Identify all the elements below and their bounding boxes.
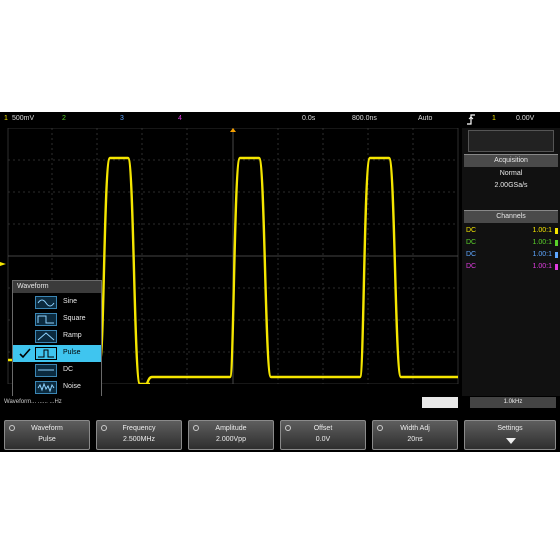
channel-coupling: DC xyxy=(466,263,477,270)
probe-ratio: 1.00:1 xyxy=(532,263,552,270)
sine-icon xyxy=(35,296,57,309)
softkey-offset[interactable]: Offset 0.0V xyxy=(280,420,366,450)
channel-color-swatch xyxy=(555,228,558,234)
probe-ratio: 1.00:1 xyxy=(532,227,552,234)
bottom-status-line: Waveform... ...... ...Hz 1.0kHz xyxy=(0,396,560,410)
acquisition-title: Acquisition xyxy=(464,154,558,167)
softkey-label: Waveform xyxy=(31,425,63,432)
channel-2-row[interactable]: DC 1.00:1 xyxy=(466,238,558,248)
softkey-value: 2.500MHz xyxy=(123,436,155,443)
softkey-label: Width Adj xyxy=(400,425,430,432)
channel-coupling: DC xyxy=(466,251,477,258)
waveform-option-label: Ramp xyxy=(63,332,82,339)
waveform-option-label: DC xyxy=(63,366,74,373)
channel-4-scale[interactable]: 4 xyxy=(178,115,182,122)
softkey-label: Frequency xyxy=(122,425,156,432)
softkey-bar: Waveform Pulse Frequency 2.500MHz Amplit… xyxy=(0,418,560,452)
pulse-icon xyxy=(35,347,57,360)
waveform-menu: Waveform Sine Square Ramp Pulse DC Noise xyxy=(12,280,102,402)
channel-2-scale[interactable]: 2 xyxy=(62,115,66,122)
run-status-box xyxy=(468,130,554,152)
channel-coupling: DC xyxy=(466,239,477,246)
channel-3-scale[interactable]: 3 xyxy=(120,115,124,122)
trigger-edge-icon xyxy=(467,114,475,125)
square-wave-icon xyxy=(35,313,57,326)
channel-1-row[interactable]: DC 1.00:1 xyxy=(466,226,558,236)
channel-1-scale[interactable]: 500mV xyxy=(12,115,34,122)
waveform-option-noise[interactable]: Noise xyxy=(13,379,101,396)
dc-icon xyxy=(35,364,57,377)
status-indicator xyxy=(422,397,458,408)
softkey-value: Pulse xyxy=(38,436,56,443)
channel-1-ground-marker xyxy=(0,262,6,266)
channel-color-swatch xyxy=(555,252,558,258)
checkmark-icon xyxy=(19,348,31,359)
waveform-option-label: Pulse xyxy=(63,349,81,356)
top-status-bar: 1 500mV 2 3 4 0.0s 800.0ns Auto 1 0.00V xyxy=(0,112,560,128)
softkey-width-adjust[interactable]: Width Adj 20ns xyxy=(372,420,458,450)
probe-ratio: 1.00:1 xyxy=(532,251,552,258)
channel-color-swatch xyxy=(555,264,558,270)
trigger-position-marker xyxy=(230,128,236,132)
oscilloscope-screen: 1 500mV 2 3 4 0.0s 800.0ns Auto 1 0.00V xyxy=(0,112,560,452)
waveform-option-label: Sine xyxy=(63,298,78,305)
acquisition-mode: Normal xyxy=(499,170,523,177)
softkey-label: Settings xyxy=(497,425,523,432)
waveform-option-dc[interactable]: DC xyxy=(13,362,101,379)
softkey-value: 20ns xyxy=(407,436,423,443)
channel-color-swatch xyxy=(555,240,558,246)
waveform-option-square[interactable]: Square xyxy=(13,311,101,328)
status-right: 1.0kHz xyxy=(470,397,556,408)
noise-icon xyxy=(35,381,57,394)
waveform-option-label: Square xyxy=(63,315,86,322)
waveform-menu-title: Waveform xyxy=(13,281,101,293)
softkey-label: Offset xyxy=(313,425,333,432)
channels-title: Channels xyxy=(464,210,558,223)
softkey-value: 2.000Vpp xyxy=(216,436,246,443)
softkey-waveform[interactable]: Waveform Pulse xyxy=(4,420,90,450)
softkey-value: 0.0V xyxy=(315,436,331,443)
ramp-icon xyxy=(35,330,57,343)
arrow-down-icon xyxy=(506,438,516,444)
delay-readout[interactable]: 0.0s xyxy=(302,115,315,122)
timebase-readout[interactable]: 800.0ns xyxy=(352,115,377,122)
softkey-frequency[interactable]: Frequency 2.500MHz xyxy=(96,420,182,450)
waveform-option-sine[interactable]: Sine xyxy=(13,294,101,311)
softkey-settings[interactable]: Settings xyxy=(464,420,556,450)
waveform-option-ramp[interactable]: Ramp xyxy=(13,328,101,345)
softkey-amplitude[interactable]: Amplitude 2.000Vpp xyxy=(188,420,274,450)
waveform-option-pulse[interactable]: Pulse xyxy=(13,345,101,362)
waveform-option-label: Noise xyxy=(63,383,81,390)
channel-coupling: DC xyxy=(466,227,477,234)
channel-4-row[interactable]: DC 1.00:1 xyxy=(466,262,558,272)
status-left: Waveform... ...... ...Hz xyxy=(4,399,62,405)
channel-3-row[interactable]: DC 1.00:1 xyxy=(466,250,558,260)
right-info-panel: Acquisition Normal 2.00GSa/s Channels DC… xyxy=(462,128,560,396)
softkey-label: Amplitude xyxy=(215,425,247,432)
channel-1-marker: 1 xyxy=(4,115,8,122)
trigger-level[interactable]: 0.00V xyxy=(516,115,534,122)
trigger-channel: 1 xyxy=(492,115,496,122)
sample-rate: 2.00GSa/s xyxy=(494,182,528,189)
run-mode[interactable]: Auto xyxy=(418,115,432,122)
probe-ratio: 1.00:1 xyxy=(532,239,552,246)
